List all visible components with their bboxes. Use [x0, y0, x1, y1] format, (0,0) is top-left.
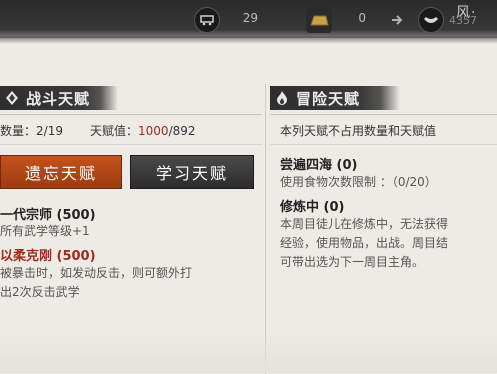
combat-talent-title: 战斗天赋 — [26, 89, 91, 108]
talent-item-desc: 使用食物次数限制 ：（0/20） — [280, 175, 437, 189]
forget-talent-button[interactable]: 遗忘天赋 — [0, 155, 122, 189]
resource-bar: 29 0 风· 4357 — [0, 0, 497, 44]
silver-count: 4357 — [449, 14, 477, 27]
cart-count: 29 — [242, 11, 258, 25]
talent-item-desc-line1: 本周目徒儿在修炼中，无法获得 — [280, 217, 449, 231]
combat-talent-header: 战斗天赋 — [0, 86, 118, 110]
adventure-talent-title: 冒险天赋 — [296, 89, 361, 108]
arrow-icon[interactable] — [390, 12, 404, 26]
flame-icon — [277, 91, 287, 105]
adventure-talent-header: 冒险天赋 — [270, 86, 400, 110]
talent-points: 天赋值：1000/892 — [90, 124, 196, 138]
silver-ingot-icon — [418, 7, 444, 33]
gold-count: 0 — [358, 11, 366, 25]
cart-icon — [194, 7, 220, 33]
talent-item-title[interactable]: 以柔克刚 (500) — [0, 245, 96, 264]
talent-item-title[interactable]: 修炼中 (0) — [280, 196, 344, 215]
talent-item-desc: 所有武学等级+1 — [0, 224, 90, 238]
gold-bar-icon — [306, 7, 332, 33]
talent-item-desc-line2: 经验，使用物品，出战。周目结 — [280, 236, 449, 250]
talent-count: 数量：2/19 — [0, 124, 63, 138]
combat-icon — [6, 91, 18, 105]
talent-item-title[interactable]: 尝遍四海 (0) — [280, 154, 357, 173]
talent-item-title[interactable]: 一代宗师 (500) — [0, 204, 96, 223]
talent-item-desc-line1: 被暴击时，如发动反击，则可额外打 — [0, 266, 193, 280]
learn-talent-button[interactable]: 学习天赋 — [130, 155, 254, 189]
talent-item-desc-line2: 出2次反击武学 — [0, 285, 80, 299]
adventure-note: 本列天赋不占用数量和天赋值 — [280, 124, 437, 138]
talent-item-desc-line3: 可带出选为下一周目主角。 — [280, 255, 425, 269]
